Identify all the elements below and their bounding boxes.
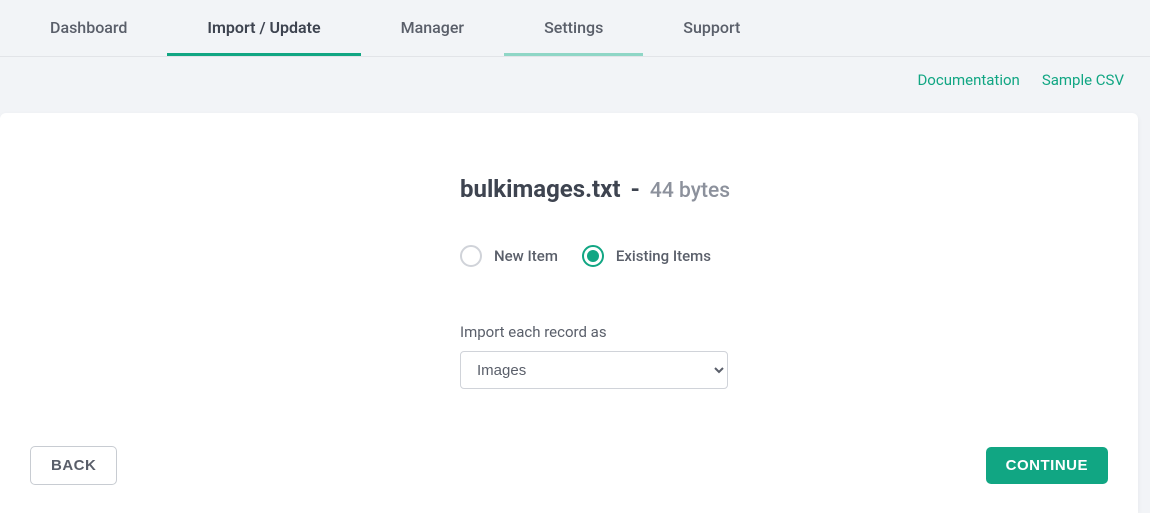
tab-manager[interactable]: Manager bbox=[361, 0, 504, 56]
file-size: 44 bytes bbox=[650, 179, 730, 203]
radio-circle-checked-icon bbox=[582, 245, 604, 267]
tab-settings[interactable]: Settings bbox=[504, 0, 643, 56]
import-record-select[interactable]: Images bbox=[460, 351, 728, 389]
tab-import-update[interactable]: Import / Update bbox=[167, 0, 360, 56]
radio-circle-icon bbox=[460, 245, 482, 267]
link-documentation[interactable]: Documentation bbox=[917, 71, 1019, 89]
footer-actions: BACK CONTINUE bbox=[30, 446, 1108, 485]
file-title-dash: - bbox=[630, 175, 639, 203]
tab-bar: Dashboard Import / Update Manager Settin… bbox=[0, 0, 1150, 57]
main-card: bulkimages.txt - 44 bytes New Item Exist… bbox=[0, 113, 1138, 513]
sublinks-bar: Documentation Sample CSV bbox=[0, 57, 1150, 113]
radio-new-item-label: New Item bbox=[494, 247, 558, 265]
radio-existing-items-label: Existing Items bbox=[616, 247, 711, 265]
content-area: bulkimages.txt - 44 bytes New Item Exist… bbox=[460, 175, 1020, 389]
radio-existing-items[interactable]: Existing Items bbox=[582, 245, 711, 267]
tab-dashboard[interactable]: Dashboard bbox=[10, 0, 167, 56]
import-record-label: Import each record as bbox=[460, 323, 1020, 341]
item-type-radios: New Item Existing Items bbox=[460, 245, 1020, 267]
file-name: bulkimages.txt bbox=[460, 175, 621, 203]
radio-new-item[interactable]: New Item bbox=[460, 245, 558, 267]
back-button[interactable]: BACK bbox=[30, 446, 117, 485]
tab-support[interactable]: Support bbox=[643, 0, 780, 56]
file-title: bulkimages.txt - 44 bytes bbox=[460, 175, 1020, 203]
continue-button[interactable]: CONTINUE bbox=[986, 447, 1108, 484]
link-sample-csv[interactable]: Sample CSV bbox=[1042, 71, 1124, 89]
